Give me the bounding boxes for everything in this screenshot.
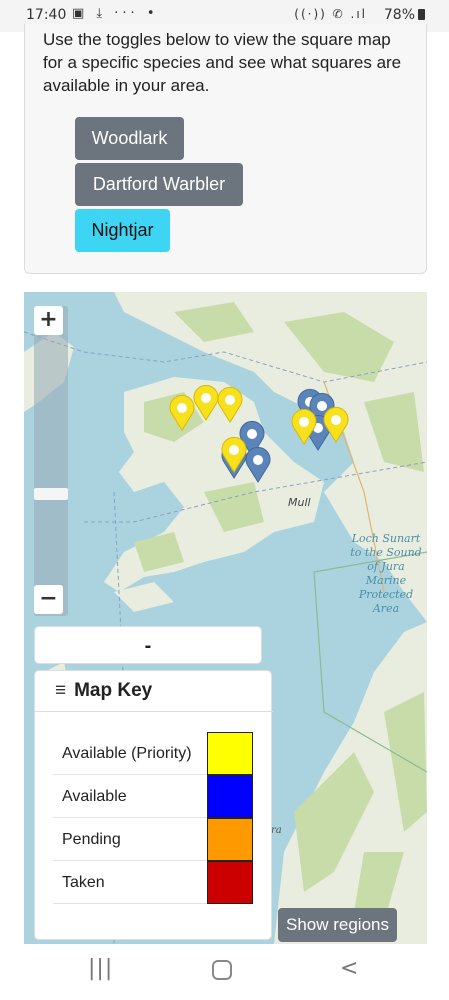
map-key-header[interactable]: ≡ Map Key: [35, 671, 273, 712]
battery-icon: [418, 9, 425, 20]
key-swatch-orange: [207, 818, 253, 861]
intro-text: Use the toggles below to view the square…: [43, 30, 402, 95]
key-row-taken: Taken: [53, 861, 253, 904]
key-label: Available: [62, 788, 127, 805]
key-row-available: Available: [53, 775, 253, 818]
key-row-pending: Pending: [53, 818, 253, 861]
key-label: Available (Priority): [62, 745, 192, 762]
map-label-mull: Mull: [288, 496, 311, 509]
key-swatch-red: [207, 861, 253, 904]
zoom-slider-handle[interactable]: [34, 488, 68, 500]
key-label: Taken: [62, 874, 105, 891]
square-map[interactable]: Mull Loch Sunart to the Sound of Jura Ma…: [24, 292, 427, 944]
back-icon[interactable]: <: [340, 956, 358, 981]
nightjar-button[interactable]: Nightjar: [75, 209, 170, 252]
key-swatch-blue: [207, 775, 253, 818]
map-label-marine-area: Loch Sunart to the Sound of Jura Marine …: [350, 532, 422, 615]
key-row-available-priority: Available (Priority): [53, 732, 253, 775]
woodlark-button[interactable]: Woodlark: [75, 117, 184, 160]
menu-icon[interactable]: ≡: [55, 680, 66, 701]
recent-apps-icon[interactable]: |||: [88, 956, 113, 981]
map-label-partial: ra: [271, 825, 282, 836]
status-time: 17:40: [26, 7, 67, 23]
home-icon[interactable]: [212, 960, 232, 980]
species-toggle-card: Use the toggles below to view the square…: [24, 24, 427, 274]
show-regions-button[interactable]: Show regions: [278, 908, 397, 942]
navigation-bar: ||| <: [0, 944, 449, 1000]
zoom-slider[interactable]: [34, 306, 68, 616]
key-label: Pending: [62, 831, 121, 848]
zoom-out-button[interactable]: −: [34, 585, 63, 614]
key-swatch-yellow: [207, 732, 253, 775]
zoom-in-button[interactable]: +: [34, 306, 63, 335]
notification-icons: ▣ ⤓ ··· •: [72, 6, 159, 21]
map-key-panel: ≡ Map Key Available (Priority) Available …: [34, 670, 273, 940]
signal-icons: ((·)) ✆ .ıl: [294, 7, 367, 21]
region-display: -: [34, 626, 262, 664]
dartford-warbler-button[interactable]: Dartford Warbler: [75, 163, 243, 206]
battery-indicator: 78%: [384, 7, 425, 23]
battery-percent: 78%: [383, 7, 415, 23]
map-key-title: Map Key: [74, 680, 153, 701]
